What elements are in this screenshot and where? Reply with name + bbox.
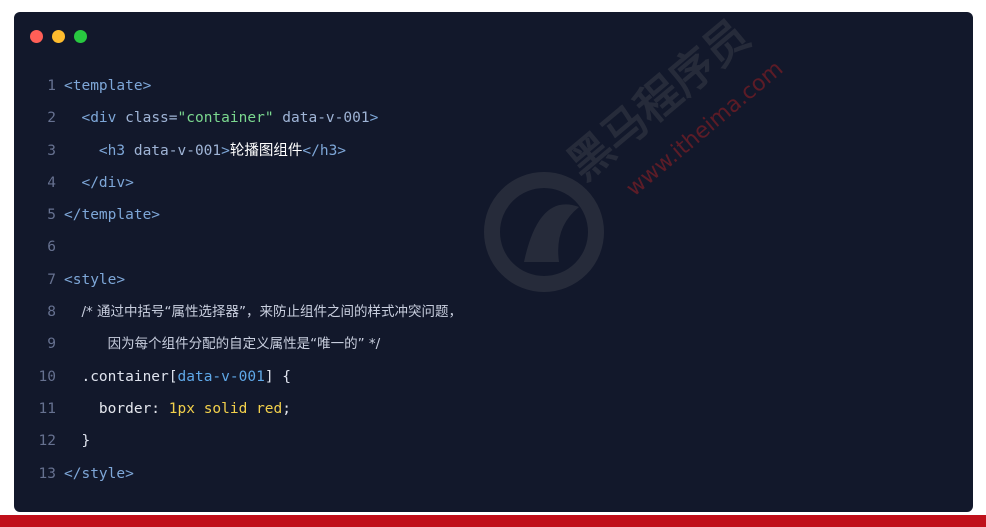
- code-line: 6: [14, 231, 973, 263]
- code-line: 7 <style>: [14, 264, 973, 296]
- line-number: 5: [47, 207, 56, 224]
- line-number: 11: [38, 400, 56, 417]
- code-token: </template>: [64, 207, 161, 224]
- line-number: 1: [47, 78, 56, 94]
- code-text: <template>: [64, 70, 151, 102]
- code-token: solid red: [194, 400, 283, 417]
- code-line: 3 <h3 data-v-001>轮播图组件</h3>: [14, 135, 973, 167]
- code-line: 2 <div class="container" data-v-001>: [14, 102, 973, 134]
- code-text: }: [64, 425, 90, 457]
- code-token: <div: [81, 110, 126, 127]
- code-token: data-v-001: [273, 110, 370, 127]
- code-token: >: [221, 142, 230, 159]
- code-line: 1 <template>: [14, 70, 973, 102]
- code-token: }: [81, 433, 91, 450]
- maximize-dot-icon[interactable]: [74, 30, 87, 43]
- code-text: </template>: [64, 199, 160, 231]
- code-text: /* 通过中括号“属性选择器”，来防止组件之间的样式冲突问题，: [64, 296, 462, 328]
- code-line: 9 因为每个组件分配的自定义属性是“唯一的” */: [14, 328, 973, 360]
- code-text: <style>: [64, 264, 125, 296]
- window-controls: [30, 30, 87, 43]
- code-text: <h3 data-v-001>轮播图组件</h3>: [64, 135, 346, 167]
- code-window: 1 <template> 2 <div class="container" data…: [14, 12, 973, 512]
- code-token: border:: [98, 400, 169, 417]
- code-token: data-v-001: [133, 142, 222, 159]
- minimize-dot-icon[interactable]: [52, 30, 65, 43]
- code-token: .container: [81, 368, 169, 385]
- code-token: <style>: [64, 271, 126, 288]
- code-token: >: [369, 110, 379, 127]
- code-token: <h3: [98, 142, 134, 159]
- line-number: 3: [47, 142, 56, 159]
- code-text: <div class="container" data-v-001>: [64, 102, 378, 134]
- code-text: .container[data-v-001] {: [64, 361, 291, 393]
- code-text: </div>: [64, 167, 134, 199]
- line-number: 6: [47, 239, 56, 256]
- code-token: 轮播图组件: [229, 142, 303, 159]
- code-token: /* 通过中括号“属性选择器”，来防止组件之间的样式冲突问题，: [81, 304, 463, 321]
- line-number: 12: [38, 433, 56, 450]
- code-line: 10 .container[data-v-001] {: [14, 361, 973, 393]
- code-token: <template>: [64, 78, 152, 94]
- line-number: 10: [38, 368, 56, 385]
- code-token: </div>: [81, 174, 134, 191]
- line-number: 4: [47, 174, 56, 191]
- code-token: data-v-001: [177, 368, 265, 385]
- code-token: "container": [177, 110, 274, 127]
- code-line: 12 }: [14, 425, 973, 457]
- code-token: ] {: [264, 368, 292, 385]
- close-dot-icon[interactable]: [30, 30, 43, 43]
- code-text: border: 1px solid red;: [64, 393, 291, 425]
- code-line: 4 </div>: [14, 167, 973, 199]
- line-number: 7: [47, 271, 56, 288]
- code-line: 8 /* 通过中括号“属性选择器”，来防止组件之间的样式冲突问题，: [14, 296, 973, 328]
- code-token: [: [168, 368, 178, 385]
- line-number: 2: [47, 110, 56, 127]
- code-line: 5 </template>: [14, 199, 973, 231]
- line-number: 8: [47, 304, 56, 321]
- code-token: </h3>: [302, 142, 347, 159]
- code-text: 因为每个组件分配的自定义属性是“唯一的” */: [64, 328, 381, 360]
- code-token: 1px: [168, 400, 195, 417]
- code-token: 因为每个组件分配的自定义属性是“唯一的” */: [107, 336, 381, 353]
- code-block: 1 <template> 2 <div class="container" data…: [14, 70, 973, 490]
- code-token: class=: [125, 110, 178, 127]
- code-line: 13 </style>: [14, 458, 973, 490]
- code-token: ;: [282, 400, 292, 417]
- code-line: 11 border: 1px solid red;: [14, 393, 973, 425]
- bottom-bar: [0, 515, 986, 527]
- line-number: 13: [38, 465, 56, 482]
- code-text: </style>: [64, 458, 134, 490]
- line-number: 9: [47, 336, 56, 353]
- code-token: </style>: [64, 465, 134, 482]
